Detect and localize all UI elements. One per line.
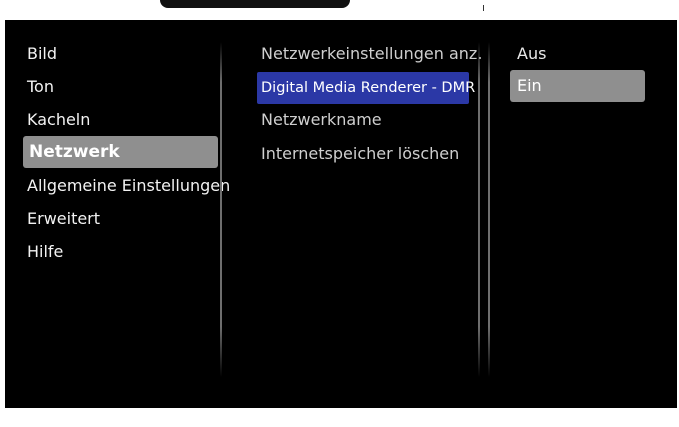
menu-item-ton[interactable]: Ton xyxy=(27,71,54,103)
submenu-item-internetspeicher[interactable]: Internetspeicher löschen xyxy=(261,138,459,170)
bottom-bezel xyxy=(0,408,679,427)
column-divider xyxy=(220,42,222,377)
option-aus[interactable]: Aus xyxy=(517,38,546,70)
network-submenu: Netzwerkeinstellungen anz. Digital Media… xyxy=(255,20,482,408)
menu-item-kacheln[interactable]: Kacheln xyxy=(27,104,90,136)
menu-item-erweitert[interactable]: Erweitert xyxy=(27,203,100,235)
submenu-item-netzwerkname[interactable]: Netzwerkname xyxy=(261,104,382,136)
column-divider xyxy=(488,42,490,377)
option-ein[interactable]: Ein xyxy=(510,70,645,102)
menu-item-hilfe[interactable]: Hilfe xyxy=(27,236,63,268)
menu-item-netzwerk[interactable]: Netzwerk xyxy=(23,136,218,168)
menu-item-bild[interactable]: Bild xyxy=(27,38,57,70)
top-tick-mark xyxy=(483,5,484,11)
main-menu: Bild Ton Kacheln Netzwerk Allgemeine Ein… xyxy=(5,20,230,408)
column-divider xyxy=(478,42,480,377)
top-bezel xyxy=(0,0,679,20)
dmr-options: Aus Ein xyxy=(505,20,650,408)
settings-screen: Bild Ton Kacheln Netzwerk Allgemeine Ein… xyxy=(5,20,677,408)
submenu-item-dmr[interactable]: Digital Media Renderer - DMR xyxy=(257,72,475,104)
menu-item-allgemeine-einstellungen[interactable]: Allgemeine Einstellungen xyxy=(27,170,230,202)
submenu-item-netzwerkeinstellungen[interactable]: Netzwerkeinstellungen anz. xyxy=(261,38,482,70)
top-cropped-shape xyxy=(160,0,350,8)
